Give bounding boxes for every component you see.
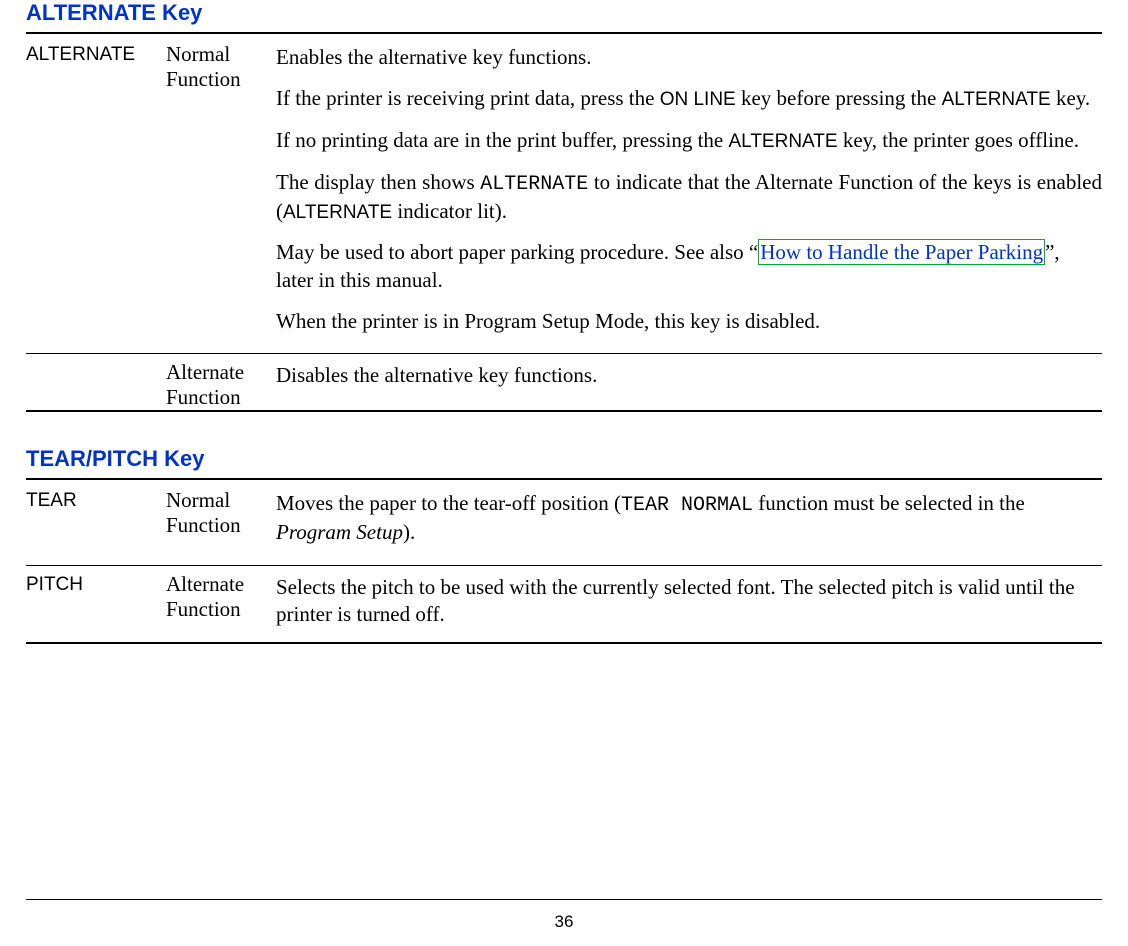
mono-inline-text: ALTERNATE xyxy=(480,173,588,196)
section-rule xyxy=(26,32,1102,34)
section-rule xyxy=(26,478,1102,480)
sans-inline-text: ALTERNATE xyxy=(728,131,837,152)
table-row: ALTERNATE Normal Function Enables the al… xyxy=(26,40,1102,349)
text-span: If no printing data are in the print buf… xyxy=(276,128,728,152)
text-span: The display then shows xyxy=(276,170,480,194)
sans-inline-text: ALTERNATE xyxy=(283,202,392,223)
text-span: Selects the pitch to be used with the cu… xyxy=(276,575,1075,626)
cross-ref-link[interactable]: How to Handle the Paper Parking xyxy=(758,239,1045,265)
mono-inline-text: TEAR NORMAL xyxy=(621,494,753,517)
row-divider xyxy=(26,565,1102,566)
desc-paragraph: Disables the alternative key functions. xyxy=(276,362,1102,389)
desc-cell: Moves the paper to the tear-off position… xyxy=(276,486,1102,560)
desc-paragraph: May be used to abort paper parking proce… xyxy=(276,239,1102,294)
text-span: May be used to abort paper parking proce… xyxy=(276,240,758,264)
text-span: When the printer is in Program Setup Mod… xyxy=(276,309,820,333)
desc-cell: Enables the alternative key functions. If… xyxy=(276,40,1102,349)
desc-paragraph: The display then shows ALTERNATE to indi… xyxy=(276,169,1102,226)
footer-rule xyxy=(26,899,1102,900)
desc-paragraph: Moves the paper to the tear-off position… xyxy=(276,490,1102,546)
table-row: Alternate Function Disables the alternat… xyxy=(26,358,1102,410)
row-divider xyxy=(26,353,1102,354)
text-span: function must be selected in the xyxy=(753,491,1025,515)
desc-paragraph: If no printing data are in the print buf… xyxy=(276,127,1102,155)
desc-paragraph: Enables the alternative key functions. xyxy=(276,44,1102,71)
desc-paragraph: If the printer is receiving print data, … xyxy=(276,85,1102,113)
table-row: TEAR Normal Function Moves the paper to … xyxy=(26,486,1102,560)
section-end-rule xyxy=(26,642,1102,644)
func-label: Normal Function xyxy=(166,40,276,92)
text-span: key before pressing the xyxy=(736,86,942,110)
text-span: Moves the paper to the tear-off position… xyxy=(276,491,621,515)
text-span: If the printer is receiving print data, … xyxy=(276,86,660,110)
text-span: indicator lit). xyxy=(392,199,507,223)
sans-inline-text: ON LINE xyxy=(660,89,736,110)
func-label: Normal Function xyxy=(166,486,276,538)
section-title-alternate: ALTERNATE Key xyxy=(26,0,1102,26)
desc-paragraph: Selects the pitch to be used with the cu… xyxy=(276,574,1102,629)
func-label: Alternate Function xyxy=(166,358,276,410)
section-end-rule xyxy=(26,410,1102,412)
sans-inline-text: ALTERNATE xyxy=(942,89,1051,110)
text-span: key. xyxy=(1051,86,1090,110)
text-span: Enables the alternative key functions. xyxy=(276,45,591,69)
text-span: ). xyxy=(403,520,415,544)
section-title-tearpitch: TEAR/PITCH Key xyxy=(26,446,1102,472)
desc-cell: Selects the pitch to be used with the cu… xyxy=(276,570,1102,643)
key-label: ALTERNATE xyxy=(26,40,166,66)
desc-cell: Disables the alternative key functions. xyxy=(276,358,1102,403)
page-number: 36 xyxy=(0,912,1128,932)
key-label: PITCH xyxy=(26,570,166,596)
func-label: Alternate Function xyxy=(166,570,276,622)
text-span: Disables the alternative key functions. xyxy=(276,363,597,387)
key-label xyxy=(26,358,166,362)
key-label: TEAR xyxy=(26,486,166,512)
desc-paragraph: When the printer is in Program Setup Mod… xyxy=(276,308,1102,335)
italic-text: Program Setup xyxy=(276,520,403,544)
table-row: PITCH Alternate Function Selects the pit… xyxy=(26,570,1102,643)
text-span: key, the printer goes offline. xyxy=(838,128,1079,152)
